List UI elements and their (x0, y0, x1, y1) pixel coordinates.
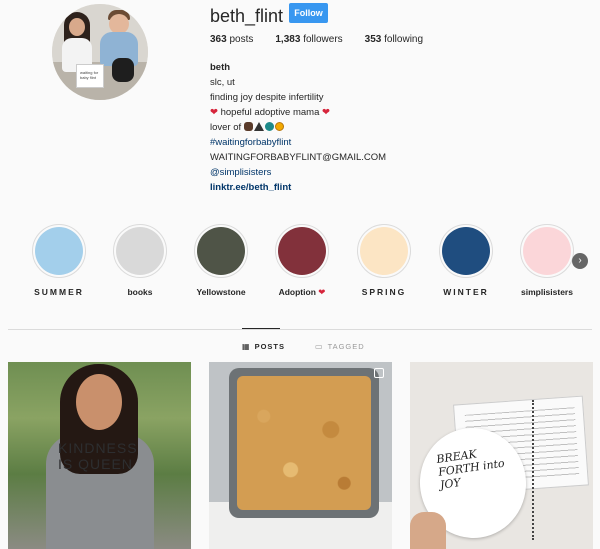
stat-following[interactable]: 353 following (365, 34, 423, 45)
highlight-ring (357, 224, 411, 278)
heart-icon: ❤ (322, 107, 330, 118)
post-1-shirt-text: KINDNESS IS QUEEN (58, 440, 138, 472)
bio-line-2: hopeful adoptive mama (220, 107, 320, 118)
highlight-spring[interactable]: SPRING (350, 224, 418, 297)
highlight-label: Adoption (278, 287, 316, 297)
post-thumbnail[interactable]: BREAK FORTH into JOY (410, 362, 593, 549)
profile-username: beth_flint (210, 6, 284, 26)
stat-followers-count: 1,383 (275, 34, 301, 45)
stat-following-label: following (384, 34, 424, 45)
bio-line-3: lover of (210, 122, 242, 133)
highlight-yellowstone[interactable]: Yellowstone (187, 224, 255, 297)
bio-line-3-row: lover of (210, 120, 386, 135)
stat-following-count: 353 (364, 34, 382, 45)
running-person-icon (243, 122, 253, 131)
highlight-cover (523, 227, 571, 275)
highlight-simplisisters[interactable]: simplisisters (513, 224, 581, 297)
bio-name: beth (210, 62, 231, 73)
highlight-ring (32, 224, 86, 278)
profile-stats: 363 posts 1,383 followers 353 following (210, 34, 445, 45)
bio-hashtag-link[interactable]: #waitingforbabyflint (210, 135, 386, 150)
tab-tagged[interactable]: ▭ TAGGED (315, 342, 365, 351)
profile-avatar[interactable]: waiting for baby flint (52, 4, 148, 100)
heart-icon: ❤ (210, 107, 218, 118)
smiley-face-icon (274, 122, 284, 131)
highlight-label: SPRING (361, 287, 407, 297)
bio-website-link[interactable]: linktr.ee/beth_flint (210, 180, 386, 195)
avatar-dog (112, 58, 134, 82)
highlight-cover (197, 227, 245, 275)
highlight-ring (113, 224, 167, 278)
post-thumbnail[interactable]: KINDNESS IS QUEEN (8, 362, 191, 549)
highlight-label: simplisisters (521, 287, 573, 297)
highlight-ring (439, 224, 493, 278)
avatar-person-2-face (109, 14, 129, 34)
highlight-cover (442, 227, 490, 275)
profile-bio: beth slc, ut finding joy despite inferti… (210, 60, 386, 195)
highlight-ring (275, 224, 329, 278)
highlight-cover (278, 227, 326, 275)
highlight-summer[interactable]: SUMMER (25, 224, 93, 297)
tab-posts[interactable]: ▦ POSTS (242, 342, 285, 351)
tab-tagged-label: TAGGED (327, 342, 365, 351)
stat-followers[interactable]: 1,383 followers (275, 34, 342, 45)
mountain-icon (253, 122, 264, 131)
post-2-crumble (237, 376, 371, 510)
stat-posts-count: 363 (210, 34, 227, 45)
post-3-spiral (532, 400, 538, 540)
highlight-cover (35, 227, 83, 275)
globe-icon (264, 122, 274, 131)
highlight-label: Yellowstone (196, 287, 246, 297)
highlight-adoption[interactable]: Adoption ❤ (268, 224, 336, 298)
bio-line-2-row: ❤ hopeful adoptive mama ❤ (210, 105, 386, 120)
highlight-label: books (127, 287, 153, 297)
highlight-label-row: Adoption ❤ (268, 287, 336, 298)
tag-icon: ▭ (315, 342, 324, 351)
heart-icon: ❤ (318, 287, 326, 297)
tabs-divider (8, 329, 592, 330)
multiple-photos-icon (374, 368, 384, 378)
chevron-right-icon[interactable]: › (572, 253, 588, 269)
bio-email: WAITINGFORBABYFLINT@GMAIL.COM (210, 152, 387, 163)
grid-icon: ▦ (242, 342, 251, 351)
active-tab-indicator (242, 328, 280, 329)
avatar-sign-text: waiting for baby flint (80, 70, 99, 80)
highlight-winter[interactable]: WINTER (432, 224, 500, 297)
follow-button[interactable]: Follow (289, 3, 328, 23)
post-3-hand (410, 512, 446, 549)
highlight-ring (520, 224, 574, 278)
bio-location: slc, ut (210, 77, 235, 88)
avatar-sign: waiting for baby flint (76, 64, 104, 88)
highlight-books[interactable]: books (106, 224, 174, 297)
post-thumbnail[interactable] (209, 362, 392, 549)
highlight-label: SUMMER (34, 287, 84, 297)
stat-posts-label: posts (229, 34, 254, 45)
avatar-person-1-face (69, 18, 85, 36)
highlight-label: WINTER (443, 287, 489, 297)
highlight-cover (116, 227, 164, 275)
stat-followers-label: followers (303, 34, 343, 45)
bio-mention-link[interactable]: @simplisisters (210, 165, 386, 180)
bio-line-1: finding joy despite infertility (210, 92, 324, 103)
post-1-face (76, 374, 122, 430)
tab-posts-label: POSTS (254, 342, 285, 351)
stat-posts[interactable]: 363 posts (210, 34, 253, 45)
highlight-cover (360, 227, 408, 275)
highlight-ring (194, 224, 248, 278)
